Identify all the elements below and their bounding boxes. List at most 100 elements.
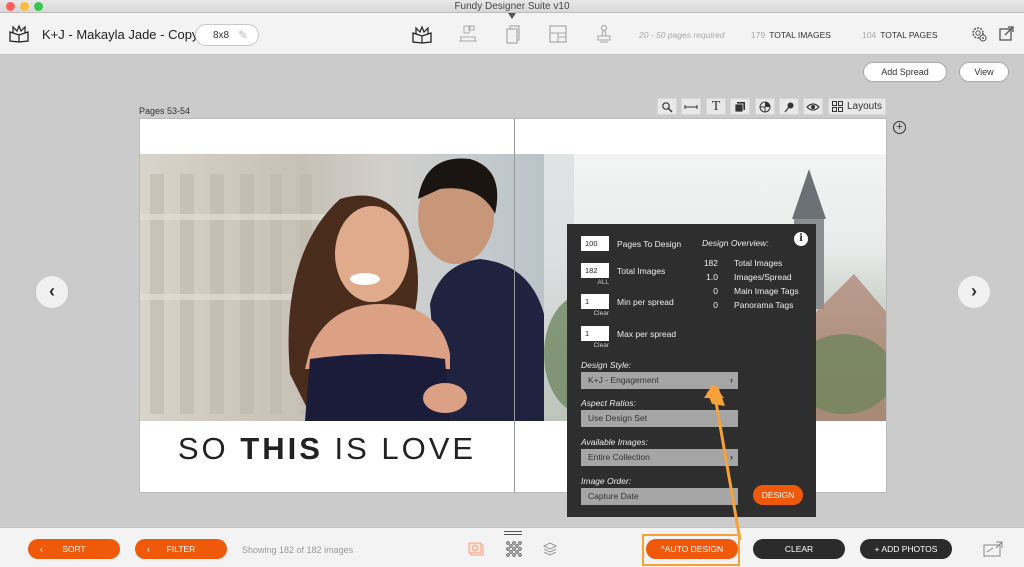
pages-to-design-input[interactable]: 100 bbox=[581, 236, 609, 251]
stamp-icon[interactable] bbox=[593, 23, 615, 45]
total-images-stat: 179 TOTAL IMAGES bbox=[751, 30, 831, 40]
spread-spine bbox=[514, 119, 515, 492]
overview-label: Total Images bbox=[734, 258, 783, 268]
overview-value: 1.0 bbox=[706, 272, 718, 282]
main-toolbar: K+J - Makayla Jade - Copy 8x8 ✎ 20 - 50 … bbox=[0, 13, 1024, 55]
spread-caption[interactable]: SO THIS IS LOVE bbox=[140, 431, 514, 467]
preview-tool[interactable] bbox=[803, 98, 823, 115]
project-name[interactable]: K+J - Makayla Jade - Copy bbox=[42, 27, 198, 42]
clear-max-link[interactable]: Clear bbox=[581, 342, 609, 349]
showing-count: Showing 182 of 182 images bbox=[242, 545, 354, 555]
album-book-icon[interactable] bbox=[8, 23, 30, 43]
pin-icon bbox=[784, 102, 794, 112]
total-pages-count: 104 bbox=[862, 30, 877, 40]
image-order-value: Capture Date bbox=[588, 491, 639, 501]
add-spread-button[interactable]: Add Spread bbox=[863, 62, 947, 82]
bottom-bar: ‹ SORT ‹ FILTER Showing 182 of 182 image… bbox=[0, 527, 1024, 567]
pages-label: Pages 53-54 bbox=[139, 106, 191, 116]
caption-text-bold: THIS bbox=[240, 431, 323, 466]
min-per-spread-input[interactable]: 1 bbox=[581, 294, 609, 309]
gear-icon[interactable] bbox=[970, 25, 988, 43]
max-per-spread-input[interactable]: 1 bbox=[581, 326, 609, 341]
layouts-grid-icon bbox=[831, 101, 843, 112]
pages-required-note: 20 - 50 pages required bbox=[639, 30, 725, 40]
zoom-icon bbox=[662, 101, 673, 113]
album-book-icon[interactable] bbox=[411, 23, 433, 45]
text-tool[interactable]: T bbox=[706, 98, 726, 115]
next-spread-button[interactable]: › bbox=[958, 276, 990, 308]
aspect-ratios-value: Use Design Set bbox=[588, 413, 648, 423]
chevron-left-icon: ‹ bbox=[49, 281, 55, 301]
window-titlebar: Fundy Designer Suite v10 bbox=[0, 0, 1024, 13]
stack-layers-icon[interactable] bbox=[541, 540, 559, 558]
layouts-label: Layouts bbox=[846, 101, 883, 112]
pin-tool[interactable] bbox=[779, 98, 799, 115]
couple-photo[interactable] bbox=[140, 154, 544, 421]
auto-design-label: ^AUTO DESIGN bbox=[660, 544, 724, 554]
external-link-icon[interactable] bbox=[998, 25, 1016, 43]
zoom-tool[interactable] bbox=[657, 98, 677, 115]
image-order-label: Image Order: bbox=[581, 476, 632, 486]
add-photos-button[interactable]: + ADD PHOTOS bbox=[860, 539, 952, 559]
wall-frame-icon[interactable] bbox=[457, 23, 479, 45]
spacing-tool[interactable] bbox=[681, 98, 701, 115]
eye-icon bbox=[806, 102, 820, 111]
clear-min-link[interactable]: Clear bbox=[581, 310, 609, 317]
all-images-link[interactable]: ALL bbox=[581, 279, 609, 286]
album-size-selector[interactable]: 8x8 ✎ bbox=[195, 24, 259, 46]
layout-grid-icon[interactable] bbox=[547, 23, 569, 45]
design-overview-title: Design Overview: bbox=[702, 238, 769, 248]
available-images-dropdown[interactable]: Entire Collection › bbox=[581, 449, 738, 466]
layers-tool[interactable] bbox=[730, 98, 750, 115]
filter-label: FILTER bbox=[166, 544, 196, 554]
sort-button[interactable]: ‹ SORT bbox=[28, 539, 120, 559]
info-icon[interactable]: i bbox=[794, 232, 808, 246]
window-title: Fundy Designer Suite v10 bbox=[454, 1, 570, 12]
overview-value: 0 bbox=[713, 300, 718, 310]
design-style-dropdown[interactable]: K+J - Engagement › bbox=[581, 372, 738, 389]
auto-design-panel: 100 Pages To Design 182 Total Images ALL… bbox=[567, 224, 816, 517]
photos-stack-icon[interactable] bbox=[467, 540, 485, 558]
chevron-right-icon: › bbox=[730, 375, 733, 385]
aspect-ratios-label: Aspect Ratios: bbox=[581, 398, 636, 408]
layers-icon bbox=[734, 101, 745, 112]
grid-dots-icon[interactable] bbox=[505, 540, 523, 558]
card-pages-icon[interactable] bbox=[502, 23, 524, 45]
total-pages-label: TOTAL PAGES bbox=[880, 30, 938, 40]
total-images-label: Total Images bbox=[617, 266, 666, 276]
previous-spread-button[interactable]: ‹ bbox=[36, 276, 68, 308]
overview-label: Main Image Tags bbox=[734, 286, 799, 296]
layouts-button[interactable]: Layouts bbox=[828, 98, 886, 115]
color-tool[interactable] bbox=[755, 98, 775, 115]
total-images-label: TOTAL IMAGES bbox=[769, 30, 831, 40]
aspect-ratios-dropdown[interactable]: Use Design Set bbox=[581, 410, 738, 427]
color-wheel-icon bbox=[759, 101, 771, 112]
pencil-icon: ✎ bbox=[237, 28, 248, 42]
overview-label: Images/Spread bbox=[734, 272, 792, 282]
auto-design-button[interactable]: ^AUTO DESIGN bbox=[646, 539, 738, 559]
caption-text-pre: SO bbox=[177, 431, 241, 466]
sort-label: SORT bbox=[62, 544, 86, 554]
image-order-dropdown[interactable]: Capture Date bbox=[581, 488, 738, 505]
design-button[interactable]: DESIGN bbox=[753, 485, 803, 505]
pages-to-design-label: Pages To Design bbox=[617, 239, 682, 249]
add-page-plus-icon[interactable]: + bbox=[893, 121, 906, 134]
total-images-input[interactable]: 182 bbox=[581, 263, 609, 278]
album-size: 8x8 bbox=[213, 30, 230, 41]
total-pages-stat: 104 TOTAL PAGES bbox=[862, 30, 938, 40]
chevron-right-icon: › bbox=[971, 281, 977, 301]
clear-button[interactable]: CLEAR bbox=[753, 539, 845, 559]
caption-text-post: IS LOVE bbox=[322, 431, 477, 466]
min-per-spread-label: Min per spread bbox=[617, 297, 674, 307]
overview-label: Panorama Tags bbox=[734, 300, 794, 310]
design-style-label: Design Style: bbox=[581, 360, 632, 370]
max-per-spread-label: Max per spread bbox=[617, 329, 677, 339]
expand-view-icon[interactable] bbox=[982, 540, 1004, 558]
design-style-value: K+J - Engagement bbox=[588, 375, 659, 385]
drag-handle-icon[interactable] bbox=[504, 531, 522, 535]
overview-value: 182 bbox=[703, 258, 718, 268]
filter-button[interactable]: ‹ FILTER bbox=[135, 539, 227, 559]
view-button[interactable]: View bbox=[959, 62, 1009, 82]
spacing-icon bbox=[684, 104, 698, 109]
total-images-count: 179 bbox=[751, 30, 766, 40]
